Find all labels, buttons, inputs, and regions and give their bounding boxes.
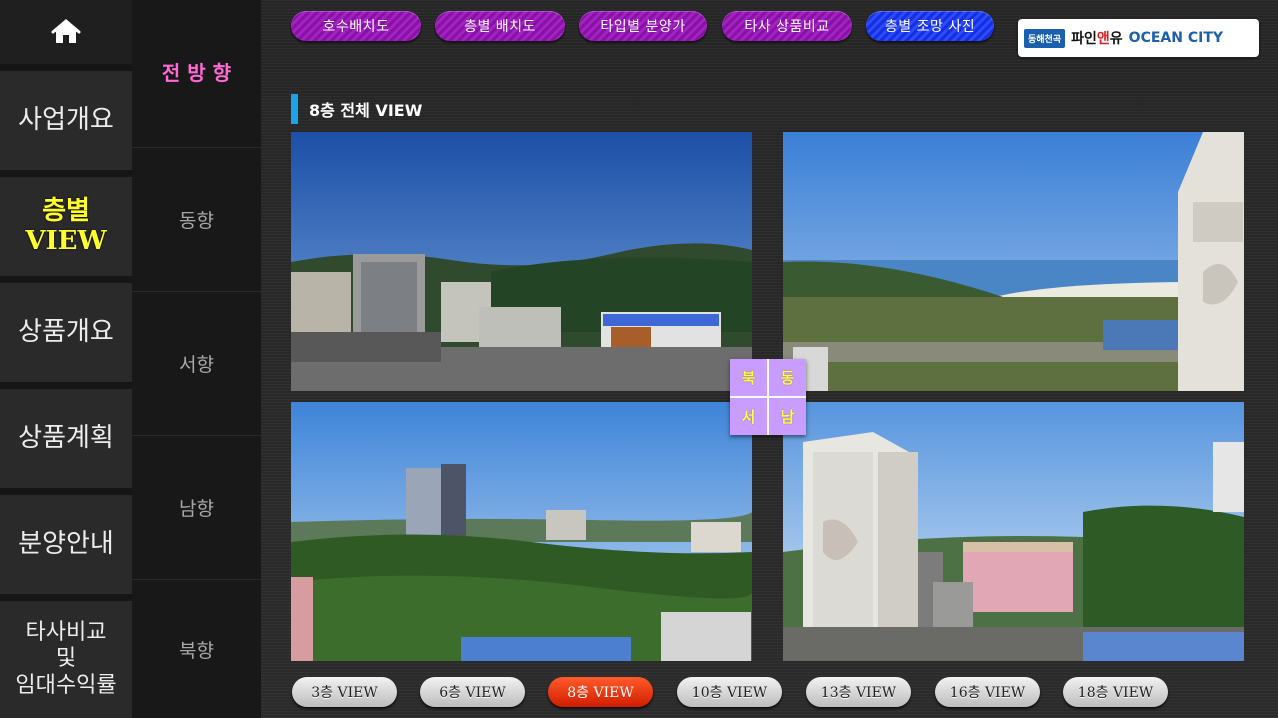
compass-north[interactable]: 북 [730,359,767,396]
main-nav: 사업개요 층별 VIEW 상품개요 상품계획 분양안내 타사비교 및 임대수익률 [0,0,132,718]
direction-all[interactable]: 전 방 향 [132,0,261,148]
button-label: 타입별 분양가 [600,19,686,35]
floor-18-view-button[interactable]: 18층 VIEW [1063,677,1168,707]
floor-10-view-button[interactable]: 10층 VIEW [677,677,782,707]
direction-south[interactable]: 남향 [132,436,261,580]
floor-16-view-button[interactable]: 16층 VIEW [935,677,1040,707]
direction-west[interactable]: 서향 [132,292,261,436]
button-label: 16층 VIEW [949,685,1026,701]
section-title-text: 8층 전체 VIEW [309,101,423,120]
direction-north[interactable]: 북향 [132,580,261,718]
competitor-compare-button[interactable]: 타사 상품비교 [722,11,852,41]
logo-ocean-city: OCEAN CITY [1128,30,1224,46]
view-photo-west [291,402,752,661]
button-label: 8층 VIEW [567,685,634,701]
compass-selector: 북 동 서 남 [730,359,806,435]
type-price-button[interactable]: 타입별 분양가 [579,11,707,41]
nav-label-line: 층별 [42,195,90,226]
direction-label: 남향 [179,498,214,520]
nav-label: 사업개요 [18,104,114,135]
button-label: 층별 조망 사진 [884,19,976,35]
logo-badge: 동해천곡 [1024,28,1066,48]
compass-south[interactable]: 남 [769,398,806,435]
floor-13-view-button[interactable]: 13층 VIEW [806,677,911,707]
title-bar-accent [291,94,298,124]
nav-label: 상품개요 [18,316,114,347]
nav-business-overview[interactable]: 사업개요 [0,71,132,170]
button-label: 10층 VIEW [691,685,768,701]
button-label: 3층 VIEW [311,685,378,701]
direction-label: 북향 [179,639,214,662]
nav-comparison-yield[interactable]: 타사비교 및 임대수익률 [0,601,132,718]
floor-view-photo-button[interactable]: 층별 조망 사진 [866,11,994,41]
nav-label-line: 타사비교 [25,619,107,645]
floor-8-view-button[interactable]: 8층 VIEW [548,677,653,707]
view-photo-north [291,132,752,391]
button-label: 13층 VIEW [820,685,897,701]
button-label: 6층 VIEW [439,685,506,701]
floor-layout-button[interactable]: 층별 배치도 [435,11,565,41]
photo-west-image [291,402,752,661]
nav-label: 분양안내 [18,528,114,559]
nav-product-plan[interactable]: 상품계획 [0,389,132,488]
direction-nav: 전 방 향 동향 서향 남향 북향 [132,0,261,718]
section-title: 8층 전체 VIEW [291,94,422,124]
nav-label-line: 임대수익률 [15,672,117,698]
content-area: 호수배치도 층별 배치도 타입별 분양가 타사 상품비교 층별 조망 사진 동해… [261,0,1278,718]
button-label: 층별 배치도 [464,19,536,35]
button-label: 호수배치도 [322,19,390,35]
home-button[interactable] [0,0,132,64]
floor-3-view-button[interactable]: 3층 VIEW [292,677,397,707]
nav-product-overview[interactable]: 상품개요 [0,283,132,382]
view-photo-east [783,132,1244,391]
nav-label-line: VIEW [25,225,107,256]
nav-label-line: 및 [55,646,77,672]
photo-east-image [783,132,1244,391]
floor-6-view-button[interactable]: 6층 VIEW [420,677,525,707]
button-label: 타사 상품비교 [744,19,830,35]
logo-brand: 파인앤유 [1071,31,1123,47]
direction-label: 서향 [179,354,214,376]
direction-east[interactable]: 동향 [132,148,261,292]
photo-north-image [291,132,752,391]
view-photo-south [783,402,1244,661]
photo-south-image [783,402,1244,661]
brand-logo: 동해천곡 파인앤유 OCEAN CITY [1018,19,1259,57]
compass-west[interactable]: 서 [730,398,767,435]
unit-layout-button[interactable]: 호수배치도 [291,11,421,41]
nav-label: 상품계획 [18,422,114,453]
direction-label: 동향 [179,210,214,232]
direction-label: 전 방 향 [161,61,232,85]
nav-sales-info[interactable]: 분양안내 [0,495,132,594]
nav-floor-view[interactable]: 층별 VIEW [0,177,132,276]
home-icon [51,19,81,43]
button-label: 18층 VIEW [1077,685,1154,701]
compass-east[interactable]: 동 [769,359,806,396]
